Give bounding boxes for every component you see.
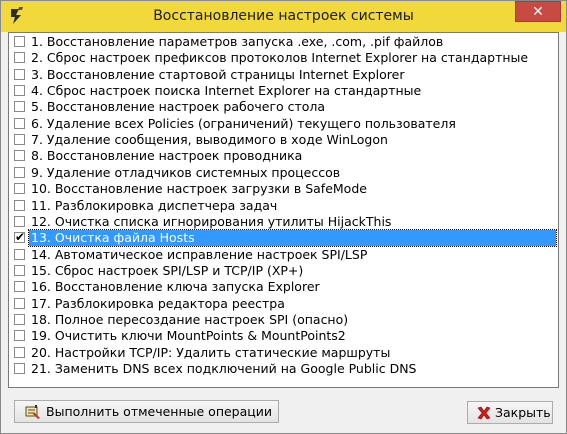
item-checkbox[interactable]: [14, 330, 25, 342]
item-checkbox[interactable]: [14, 68, 25, 80]
list-item[interactable]: ✔ 13. Очистка файла Hosts: [11, 229, 557, 248]
item-label: 4. Сброс настроек поиска Internet Explor…: [31, 83, 422, 99]
item-checkbox[interactable]: ✔: [14, 230, 26, 245]
item-checkbox[interactable]: [14, 313, 25, 325]
item-checkbox[interactable]: [14, 199, 25, 211]
item-checkbox[interactable]: [14, 346, 25, 358]
list-item[interactable]: 5. Восстановление настроек рабочего стол…: [11, 99, 556, 115]
list-item[interactable]: 10. Восстановление настроек загрузки в S…: [11, 181, 556, 197]
list-item[interactable]: 20. Настройки TCP/IP: Удалить статически…: [11, 345, 556, 361]
item-checkbox[interactable]: [14, 215, 25, 227]
list-item[interactable]: 11. Разблокировка диспетчера задач: [11, 198, 556, 214]
run-selected-label: Выполнить отмеченные операции: [46, 404, 273, 419]
item-label: 14. Автоматическое исправление настроек …: [31, 246, 368, 262]
item-label: 13. Очистка файла Hosts: [28, 229, 557, 248]
item-label: 2. Сброс настроек префиксов протоколов I…: [31, 50, 529, 66]
close-window-button[interactable]: ✕: [515, 1, 561, 22]
item-checkbox[interactable]: [14, 264, 25, 276]
item-label: 3. Восстановление стартовой страницы Int…: [31, 66, 405, 82]
item-label: 12. Очистка списка игнорирования утилиты…: [31, 213, 392, 229]
item-label: 15. Сброс настроек SPI/LSP и TCP/IP (XP+…: [31, 262, 304, 278]
close-button[interactable]: Закрыть: [467, 401, 553, 424]
list-item[interactable]: 3. Восстановление стартовой страницы Int…: [11, 67, 556, 83]
item-label: 21. Заменить DNS всех подключений на Goo…: [31, 361, 417, 376]
item-checkbox[interactable]: [14, 117, 25, 129]
item-checkbox[interactable]: [14, 52, 25, 64]
item-label: 17. Разблокировка редактора реестра: [31, 295, 285, 311]
item-checkbox[interactable]: [14, 85, 25, 97]
item-label: 20. Настройки TCP/IP: Удалить статически…: [31, 344, 391, 360]
restore-settings-window: Восстановление настроек системы ✕ 1. Вос…: [0, 0, 567, 434]
close-label: Закрыть: [495, 405, 551, 420]
list-item[interactable]: 12. Очистка списка игнорирования утилиты…: [11, 214, 556, 230]
list-item[interactable]: 1. Восстановление параметров запуска .ex…: [11, 34, 556, 50]
list-item[interactable]: 9. Удаление отладчиков системных процесс…: [11, 165, 556, 181]
check-mark-icon: ✔: [15, 230, 26, 245]
item-checkbox[interactable]: [14, 248, 25, 260]
item-checkbox[interactable]: [14, 363, 25, 374]
item-label: 16. Восстановление ключа запуска Explore…: [31, 279, 320, 295]
item-label: 5. Восстановление настроек рабочего стол…: [31, 99, 326, 115]
list-item[interactable]: 18. Полное пересоздание настроек SPI (оп…: [11, 312, 556, 328]
item-checkbox[interactable]: [14, 134, 25, 146]
item-checkbox[interactable]: [14, 150, 25, 162]
item-checkbox[interactable]: [14, 281, 25, 293]
list-item[interactable]: 8. Восстановление настроек проводника: [11, 148, 556, 164]
item-label: 9. Удаление отладчиков системных процесс…: [31, 164, 341, 180]
item-checkbox[interactable]: [14, 101, 25, 113]
list-item[interactable]: 19. Очистить ключи MountPoints & MountPo…: [11, 328, 556, 344]
item-checkbox[interactable]: [14, 36, 25, 47]
list-item[interactable]: 15. Сброс настроек SPI/LSP и TCP/IP (XP+…: [11, 263, 556, 279]
item-checkbox[interactable]: [14, 166, 25, 178]
item-checkbox[interactable]: [14, 297, 25, 309]
list-item[interactable]: 7. Удаление сообщения, выводимого в ходе…: [11, 132, 556, 148]
list-item[interactable]: 6. Удаление всех Policies (ограничений) …: [11, 116, 556, 132]
item-label: 11. Разблокировка диспетчера задач: [31, 197, 278, 213]
list-item[interactable]: 17. Разблокировка редактора реестра: [11, 296, 556, 312]
list-item[interactable]: 16. Восстановление ключа запуска Explore…: [11, 279, 556, 295]
window-title: Восстановление настроек системы: [153, 8, 414, 24]
item-label: 7. Удаление сообщения, выводимого в ходе…: [31, 132, 388, 148]
list-item[interactable]: 4. Сброс настроек поиска Internet Explor…: [11, 83, 556, 99]
item-label: 18. Полное пересоздание настроек SPI (оп…: [31, 311, 349, 327]
list-item[interactable]: 14. Автоматическое исправление настроек …: [11, 247, 556, 263]
run-selected-button[interactable]: Выполнить отмеченные операции: [14, 400, 279, 423]
item-label: 19. Очистить ключи MountPoints & MountPo…: [31, 328, 346, 344]
list-item[interactable]: 21. Заменить DNS всех подключений на Goo…: [11, 361, 556, 377]
operations-list[interactable]: 1. Восстановление параметров запуска .ex…: [8, 32, 559, 388]
item-label: 1. Восстановление параметров запуска .ex…: [31, 34, 444, 49]
red-x-icon: [477, 406, 491, 420]
item-label: 6. Удаление всех Policies (ограничений) …: [31, 115, 456, 131]
title-bar[interactable]: Восстановление настроек системы ✕: [1, 1, 566, 32]
item-label: 10. Восстановление настроек загрузки в S…: [31, 181, 367, 197]
item-checkbox[interactable]: [14, 183, 25, 195]
list-item[interactable]: 2. Сброс настроек префиксов протоколов I…: [11, 50, 556, 66]
run-script-icon: [25, 405, 40, 419]
item-label: 8. Восстановление настроек проводника: [31, 148, 303, 164]
